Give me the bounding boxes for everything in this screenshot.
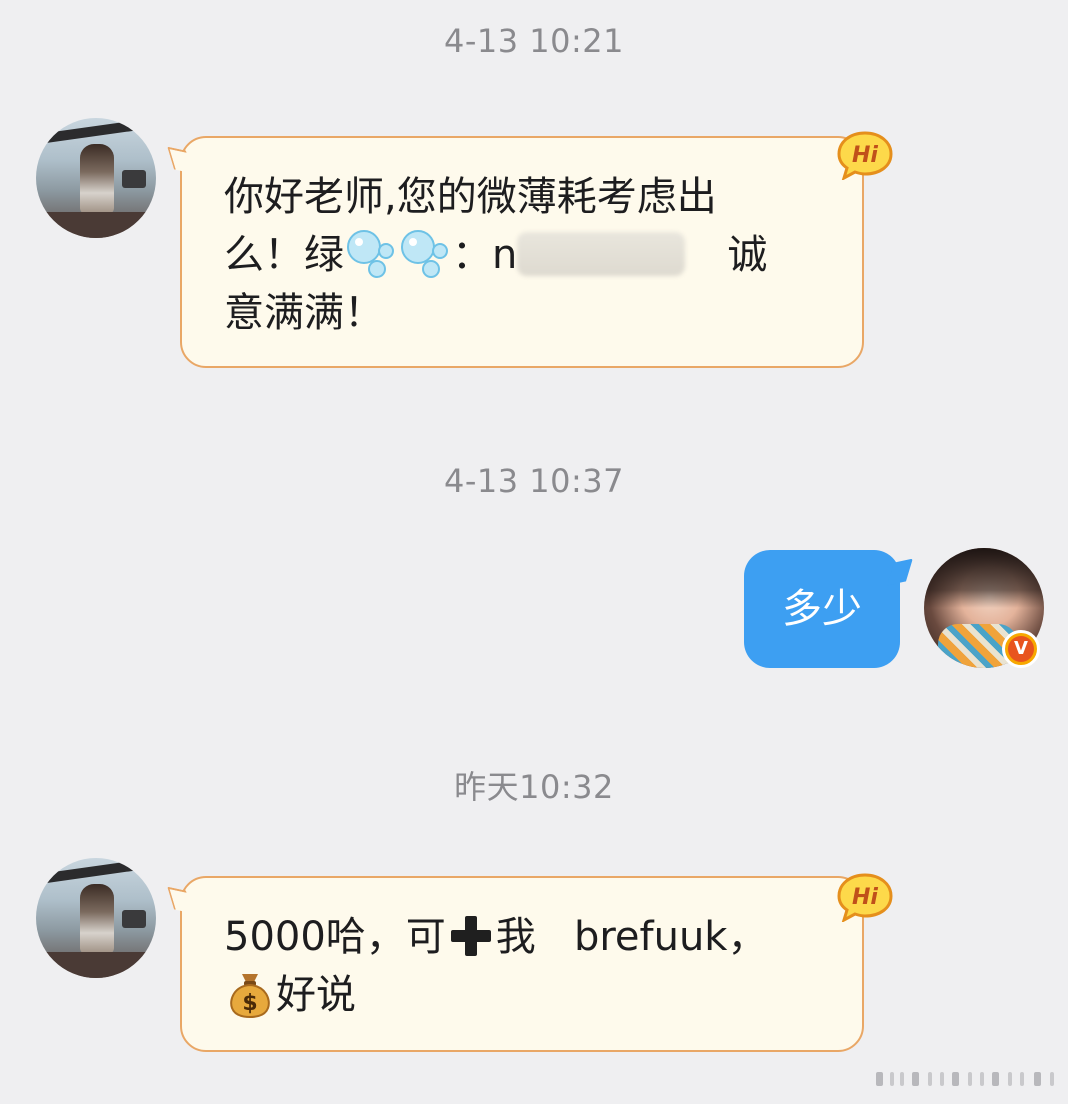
message-line: 5000哈，可 我 brefuuk， [224, 908, 832, 966]
svg-text:$: $ [242, 991, 257, 1016]
verified-badge-text: V [1008, 636, 1034, 662]
outgoing-message-bubble[interactable]: 多少 [744, 550, 900, 668]
sender-avatar[interactable] [36, 118, 156, 238]
message-line: 么！绿 ：n 诚 [224, 226, 832, 284]
message-text: 多少 [782, 586, 862, 632]
timestamp: 4-13 10:37 [443, 462, 624, 500]
watermark [876, 1072, 1062, 1086]
message-line: 意满满！ [224, 290, 384, 336]
sender-avatar[interactable] [36, 858, 156, 978]
hi-sticker-icon: Hi [837, 873, 893, 922]
verified-badge-icon: V [1002, 630, 1040, 668]
hi-badge-text: Hi [852, 885, 878, 910]
bubbles-emoji-icon [347, 230, 394, 278]
bubbles-emoji-icon [401, 230, 448, 278]
incoming-message-bubble[interactable]: 你好老师,您的微薄耗考虑出 么！绿 ：n 诚 意满满！ [180, 136, 864, 368]
timestamp: 昨天10:32 [454, 768, 614, 806]
plus-emoji-icon [450, 916, 491, 956]
hi-sticker-icon: Hi [837, 131, 893, 180]
message-line: 你好老师,您的微薄耗考虑出 [224, 174, 717, 220]
hi-badge-text: Hi [852, 143, 878, 168]
message-line: $ 好说 [224, 966, 832, 1024]
money-bag-emoji-icon: $ [230, 974, 270, 1019]
redacted-contact [517, 232, 686, 276]
incoming-message-bubble[interactable]: 5000哈，可 我 brefuuk， $ 好说 [180, 876, 864, 1052]
timestamp: 4-13 10:21 [443, 22, 624, 60]
